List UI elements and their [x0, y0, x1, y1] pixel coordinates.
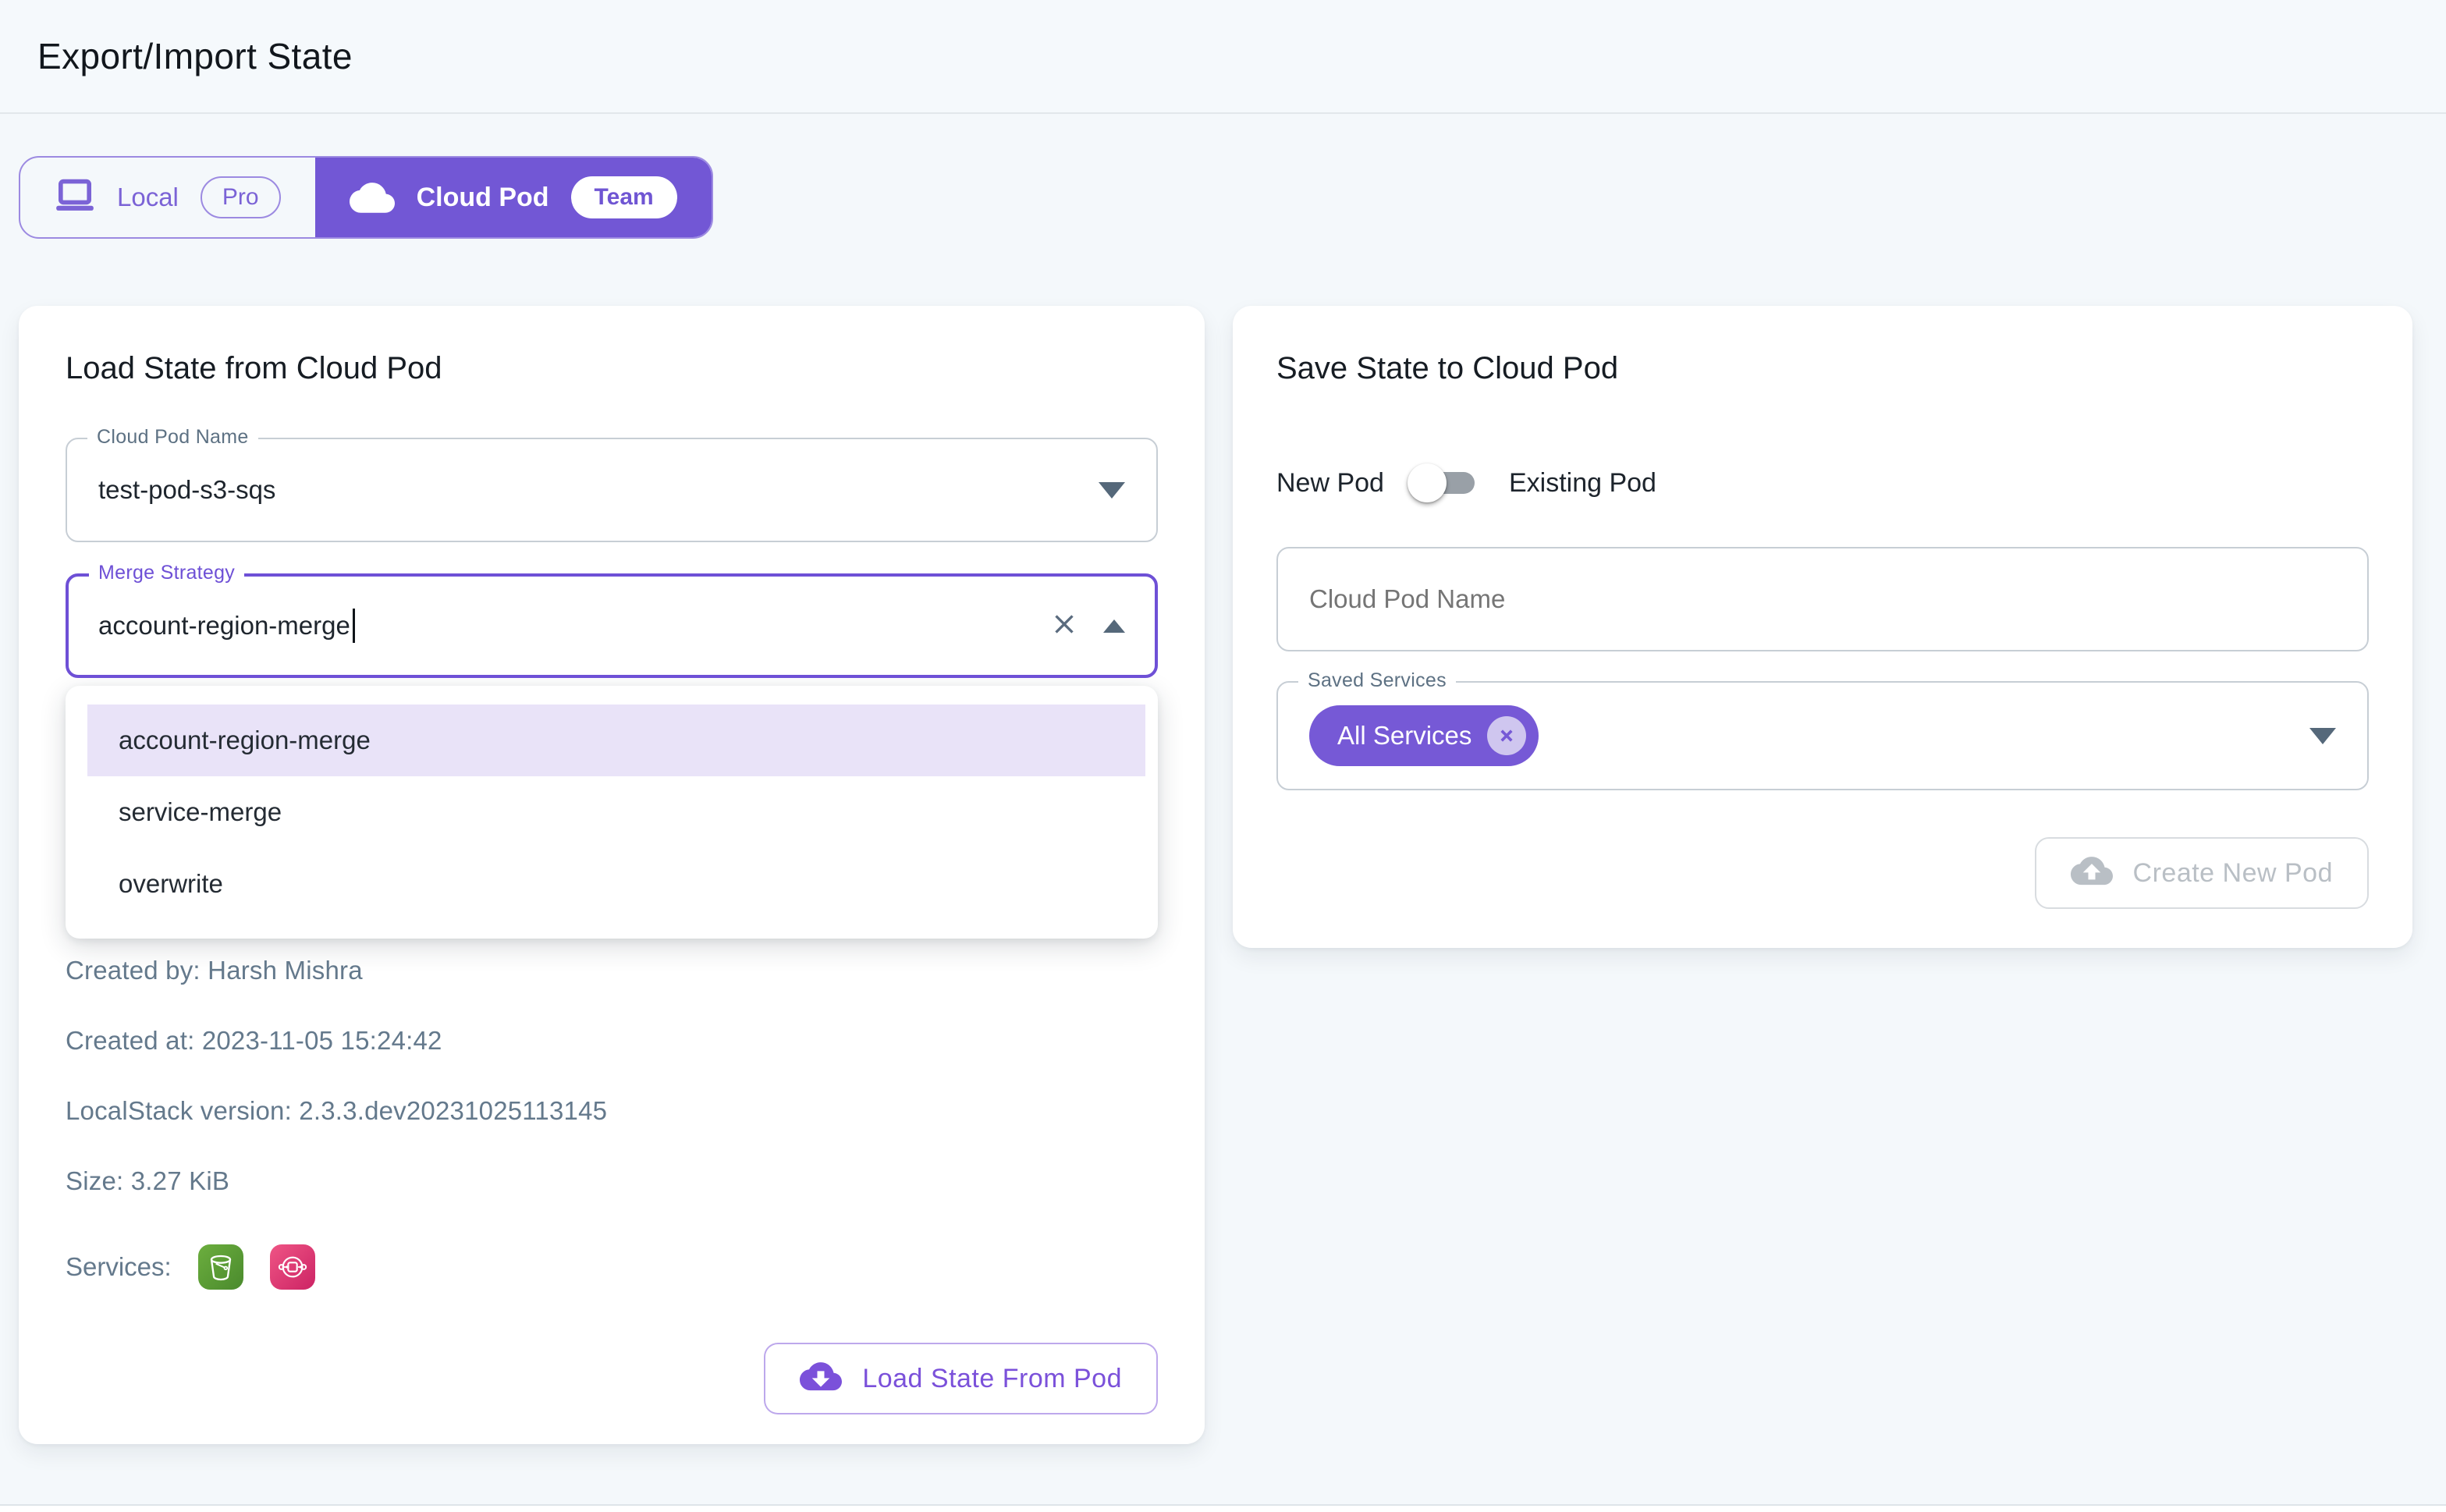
page-header: Export/Import State — [0, 0, 2446, 114]
saved-services-select[interactable]: Saved Services All Services — [1276, 681, 2369, 790]
option-service-merge[interactable]: service-merge — [87, 776, 1145, 848]
merge-strategy-combobox[interactable]: Merge Strategy account-region-merge — [66, 573, 1158, 678]
bottom-divider — [0, 1504, 2446, 1512]
save-card-title: Save State to Cloud Pod — [1276, 351, 2369, 386]
page-content: Local Pro Cloud Pod Team Load State from… — [0, 114, 2446, 1444]
new-pod-name-field — [1276, 547, 2369, 651]
create-new-pod-button-label: Create New Pod — [2133, 858, 2333, 889]
load-state-button-label: Load State From Pod — [862, 1364, 1122, 1394]
created-by-text: Created by: Harsh Mishra — [66, 956, 1158, 985]
option-overwrite[interactable]: overwrite — [87, 848, 1145, 920]
pod-metadata: Created by: Harsh Mishra Created at: 202… — [66, 956, 1158, 1196]
load-state-card: Load State from Cloud Pod Cloud Pod Name… — [19, 306, 1205, 1444]
pod-mode-toggle-row: New Pod Existing Pod — [1276, 460, 2369, 506]
tab-cloud-pod-label: Cloud Pod — [417, 183, 549, 213]
merge-strategy-label: Merge Strategy — [89, 562, 244, 584]
all-services-chip-label: All Services — [1337, 721, 1472, 751]
cloud-upload-icon — [2071, 853, 2113, 894]
pod-mode-switch[interactable] — [1408, 460, 1486, 506]
services-label: Services: — [66, 1252, 172, 1282]
pod-name-select-label: Cloud Pod Name — [87, 426, 258, 449]
new-pod-name-input[interactable] — [1309, 584, 2336, 614]
localstack-version-text: LocalStack version: 2.3.3.dev20231025113… — [66, 1096, 1158, 1126]
text-cursor — [353, 609, 355, 643]
tab-cloud-pod[interactable]: Cloud Pod Team — [315, 158, 712, 237]
merge-strategy-value: account-region-merge — [98, 611, 350, 641]
saved-services-label: Saved Services — [1298, 669, 1456, 692]
created-at-text: Created at: 2023-11-05 15:24:42 — [66, 1026, 1158, 1056]
tab-local-label: Local — [117, 183, 179, 212]
merge-strategy-listbox: account-region-merge service-merge overw… — [66, 686, 1158, 939]
option-account-region-merge[interactable]: account-region-merge — [87, 705, 1145, 776]
mode-tab-group: Local Pro Cloud Pod Team — [19, 156, 713, 239]
load-state-button[interactable]: Load State From Pod — [764, 1343, 1158, 1414]
load-card-title: Load State from Cloud Pod — [66, 351, 1158, 386]
cloud-icon — [350, 179, 395, 217]
size-text: Size: 3.27 KiB — [66, 1166, 1158, 1196]
chip-delete-icon[interactable] — [1487, 716, 1526, 755]
all-services-chip[interactable]: All Services — [1309, 705, 1539, 766]
export-import-state-page: Export/Import State Local Pro — [0, 0, 2446, 1512]
clear-icon[interactable] — [1049, 609, 1080, 644]
pod-name-select[interactable]: Cloud Pod Name test-pod-s3-sqs — [66, 438, 1158, 542]
new-pod-label: New Pod — [1276, 468, 1384, 499]
team-badge: Team — [571, 176, 677, 218]
page-title: Export/Import State — [37, 35, 353, 77]
pro-badge: Pro — [201, 176, 281, 218]
save-state-card: Save State to Cloud Pod New Pod Existing… — [1233, 306, 2412, 948]
laptop-icon — [55, 178, 95, 218]
chevron-down-icon[interactable] — [1099, 482, 1125, 499]
services-row: Services: — [66, 1244, 1158, 1290]
switch-thumb — [1408, 463, 1447, 502]
cloud-download-icon — [800, 1358, 842, 1400]
tab-local[interactable]: Local Pro — [20, 158, 315, 237]
existing-pod-label: Existing Pod — [1509, 468, 1656, 499]
create-new-pod-button[interactable]: Create New Pod — [2035, 837, 2369, 909]
chevron-down-icon[interactable] — [2309, 728, 2336, 744]
s3-service-icon — [198, 1244, 243, 1290]
sqs-service-icon — [270, 1244, 315, 1290]
pod-name-select-value: test-pod-s3-sqs — [98, 475, 275, 505]
chevron-up-icon[interactable] — [1103, 619, 1125, 633]
